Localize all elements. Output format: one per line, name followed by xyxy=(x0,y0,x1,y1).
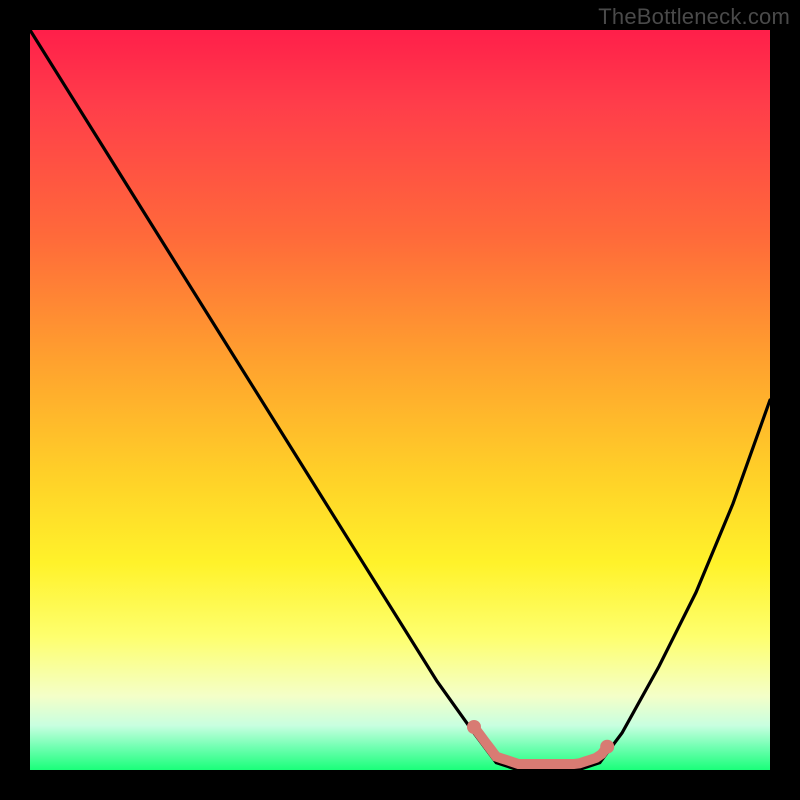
chart-frame: TheBottleneck.com xyxy=(0,0,800,800)
highlight-segment xyxy=(474,727,607,764)
highlight-dot-left xyxy=(467,720,481,734)
watermark-text: TheBottleneck.com xyxy=(598,4,790,30)
chart-svg xyxy=(30,30,770,770)
plot-area xyxy=(30,30,770,770)
highlight-dot-right xyxy=(600,740,614,754)
curve-line xyxy=(30,30,770,770)
